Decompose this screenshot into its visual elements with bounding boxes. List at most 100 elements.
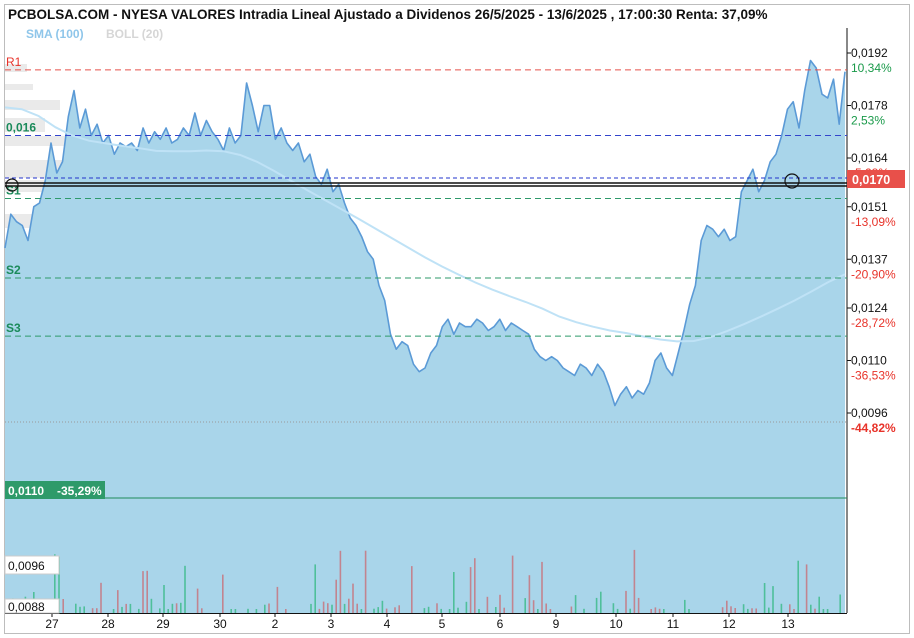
price-tick-label-4: 0,0137 [851, 252, 888, 266]
volume-bar [448, 609, 451, 613]
volume-bar [327, 603, 329, 613]
volume-bar [138, 608, 140, 613]
volume-bar [79, 606, 81, 613]
volume-bar [730, 606, 732, 613]
volume-bar [322, 601, 325, 613]
volume-bar [663, 609, 665, 613]
volume-bar [763, 583, 766, 613]
volume-bar [495, 607, 497, 613]
date-label-12: 12 [722, 617, 736, 631]
volume-bar [537, 609, 539, 613]
date-label-8: 6 [497, 617, 504, 631]
volume-bar [583, 608, 585, 613]
volume-bar [356, 603, 358, 613]
date-axis-labels: 27 28 29 30 2 3 4 5 6 9 10 11 12 13 [45, 613, 795, 631]
volume-bar [600, 591, 602, 613]
volume-bar [381, 600, 384, 613]
volume-bar [629, 608, 631, 613]
volume-bar [839, 594, 841, 613]
volume-bar [688, 609, 690, 613]
volume-bar [255, 609, 258, 613]
volume-bar [83, 606, 85, 613]
pct-tick-label-3: -13,09% [851, 215, 896, 229]
volume-bar [486, 596, 489, 613]
legend-boll[interactable]: BOLL (20) [106, 27, 163, 41]
price-tick-label-0: 0,0192 [851, 46, 888, 60]
volume-bar [810, 604, 812, 613]
volume-bar [595, 597, 598, 613]
volume-bar [469, 567, 472, 613]
volume-bar [222, 574, 224, 613]
volume-bar [726, 600, 728, 613]
volume-bar [129, 603, 132, 613]
price-axis-ticks: 0,019210,34%0,01782,53%0,0164-5,28%0,015… [847, 46, 896, 435]
volume-bar [339, 550, 342, 613]
volume-bar [385, 608, 388, 613]
price-tick-label-7: 0,0096 [851, 406, 888, 420]
pct-tick-label-5: -28,72% [851, 316, 896, 330]
volume-bar [394, 607, 396, 613]
volume-bar [96, 608, 98, 613]
date-label-6: 4 [384, 617, 391, 631]
price-tick-label-1: 0,0178 [851, 99, 888, 113]
pct-tick-label-4: -20,90% [851, 267, 896, 281]
date-label-1: 28 [101, 617, 115, 631]
volume-bar [805, 564, 808, 613]
volume-bar [364, 550, 367, 613]
volume-bar [612, 603, 615, 613]
price-tick-label-2: 0,0164 [851, 151, 888, 165]
volume-bar [528, 575, 531, 613]
volume-bar [343, 603, 346, 613]
volume-bar [436, 603, 438, 613]
pct-tick-label-6: -36,53% [851, 369, 896, 383]
volume-bar [768, 607, 770, 613]
volume-bar [616, 608, 619, 613]
volume-bar [171, 603, 174, 613]
volume-bar [797, 560, 799, 613]
price-tick-label-6: 0,0110 [851, 354, 887, 368]
volume-bar [398, 605, 400, 613]
volume-bar [377, 607, 379, 613]
volume-bar [331, 604, 333, 613]
volume-bar [411, 566, 413, 613]
volume-bar [549, 609, 552, 613]
volume-bar [117, 590, 119, 613]
volume-bar [780, 603, 783, 613]
volume-bar [755, 608, 757, 613]
legend-sma[interactable]: SMA (100) [26, 27, 84, 41]
volume-bar [100, 582, 102, 613]
volume-bar [532, 600, 535, 613]
volume-bar [541, 561, 543, 613]
price-tick-label-3: 0,0151 [851, 200, 888, 214]
pct-tick-label-7: -44,82% [851, 421, 896, 435]
volume-bar [721, 607, 724, 613]
volume-bar [650, 609, 652, 613]
date-label-11: 11 [667, 617, 680, 631]
volume-profile-bar-4 [5, 136, 67, 146]
volume-bar [159, 608, 161, 613]
volume-bar [230, 609, 232, 613]
volume-bar [503, 607, 505, 613]
volume-bar [625, 590, 627, 613]
volume-bar [474, 558, 476, 613]
volume-bar [348, 598, 350, 613]
volume-bar [818, 596, 820, 613]
volume-profile-bar-1 [5, 84, 33, 90]
volume-bar [360, 609, 363, 613]
volume-bar [524, 598, 526, 613]
volume-bar [499, 594, 501, 613]
volume-bar [234, 609, 237, 613]
volume-bar [268, 603, 270, 613]
volume-bar [167, 609, 169, 613]
volume-bar [75, 603, 77, 613]
volume-bar [150, 598, 153, 613]
volume-bar [62, 599, 64, 613]
volume-bar [352, 583, 354, 613]
volume-bar [574, 595, 577, 613]
volume-bar [121, 606, 123, 613]
volume-bar [822, 609, 825, 613]
volume-bar [373, 608, 375, 613]
volume-bar [146, 570, 148, 613]
volume-bar [247, 608, 249, 613]
volume-bar [318, 608, 321, 613]
